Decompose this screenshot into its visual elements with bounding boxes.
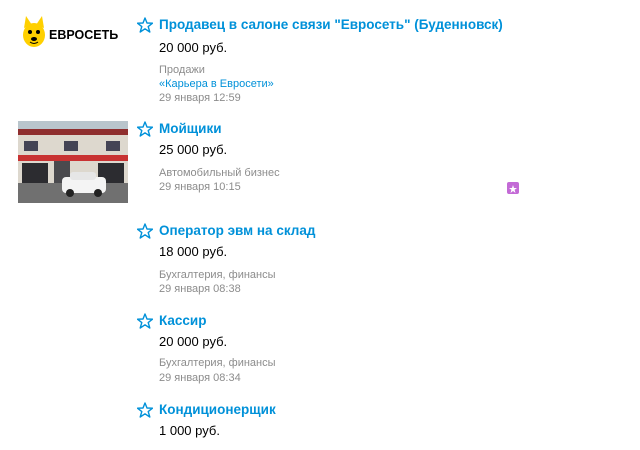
list-item: Мойщики 25 000 руб. Автомобильный бизнес… bbox=[0, 105, 640, 215]
listing-price: 20 000 руб. bbox=[159, 40, 228, 55]
favorite-star-icon[interactable] bbox=[136, 17, 154, 33]
listing-category: Бухгалтерия, финансы bbox=[159, 357, 276, 369]
favorite-star-icon[interactable] bbox=[136, 402, 154, 418]
favorite-star-icon[interactable] bbox=[136, 223, 154, 239]
listing-photo[interactable] bbox=[18, 121, 128, 203]
dog-mascot-icon bbox=[23, 16, 45, 47]
logo-text: ЕВРОСЕТЬ bbox=[49, 28, 118, 42]
career-link[interactable]: «Карьера в Евросети» bbox=[159, 78, 274, 90]
listing-title[interactable]: Кассир bbox=[159, 313, 206, 328]
car-wash-photo bbox=[18, 121, 128, 203]
list-item: Оператор эвм на склад 18 000 руб. Бухгал… bbox=[0, 215, 640, 305]
listing-price: 1 000 руб. bbox=[159, 423, 220, 438]
listing-title[interactable]: Продавец в салоне связи "Евросеть" (Буде… bbox=[159, 17, 503, 32]
favorite-star-icon[interactable] bbox=[136, 313, 154, 329]
listing-title[interactable]: Оператор эвм на склад bbox=[159, 223, 315, 238]
list-item: Кондиционерщик 1 000 руб. bbox=[0, 395, 640, 450]
favorite-star-icon[interactable] bbox=[136, 121, 154, 137]
list-item: ЕВРОСЕТЬ Продавец в салоне связи "Евросе… bbox=[0, 0, 640, 105]
listing-category: Продажи bbox=[159, 64, 205, 76]
star-badge-icon[interactable] bbox=[507, 182, 519, 194]
listing-category: Бухгалтерия, финансы bbox=[159, 269, 276, 281]
listing-date: 29 января 12:59 bbox=[159, 92, 241, 104]
listing-title[interactable]: Кондиционерщик bbox=[159, 402, 276, 417]
list-item: Кассир 20 000 руб. Бухгалтерия, финансы … bbox=[0, 305, 640, 395]
listing-date: 29 января 08:34 bbox=[159, 372, 241, 384]
listing-date: 29 января 08:38 bbox=[159, 283, 241, 295]
evroset-logo[interactable]: ЕВРОСЕТЬ bbox=[18, 14, 128, 54]
listing-date: 29 января 10:15 bbox=[159, 181, 241, 193]
listing-price: 25 000 руб. bbox=[159, 142, 228, 157]
listing-title[interactable]: Мойщики bbox=[159, 121, 222, 136]
logo-image: ЕВРОСЕТЬ bbox=[23, 16, 118, 47]
listing-price: 20 000 руб. bbox=[159, 334, 228, 349]
listing-price: 18 000 руб. bbox=[159, 244, 228, 259]
listing-category: Автомобильный бизнес bbox=[159, 167, 280, 179]
